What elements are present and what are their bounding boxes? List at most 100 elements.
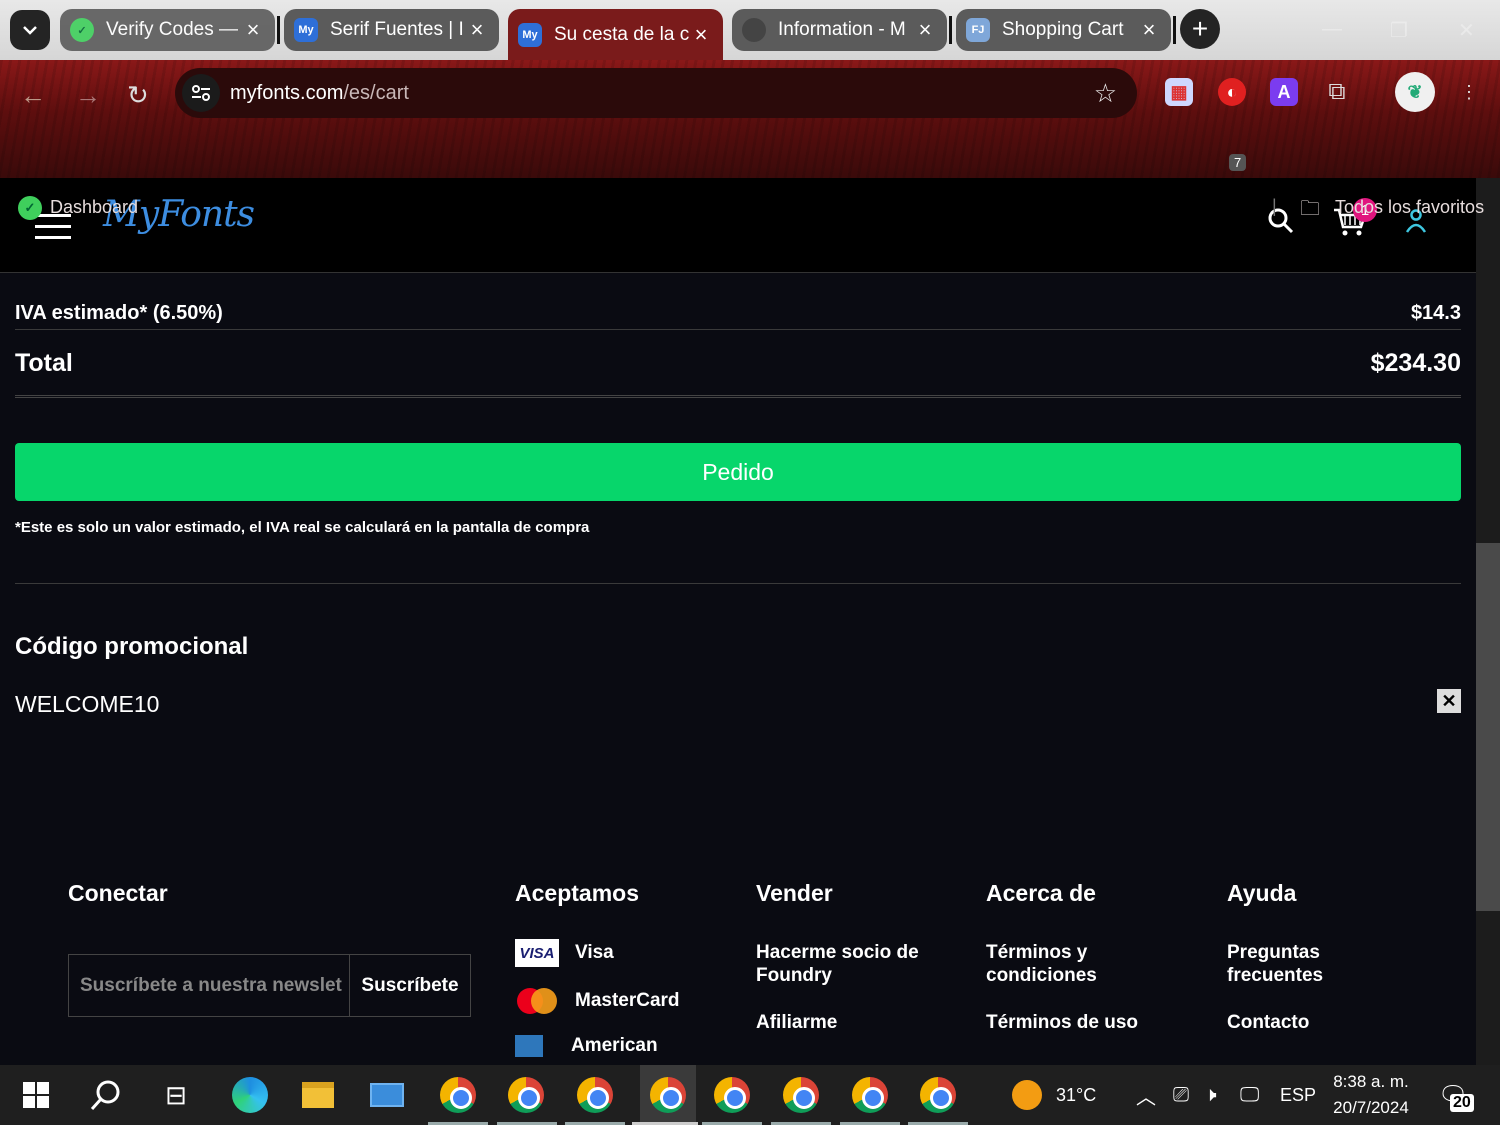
footer-accept: Aceptamos VISA Visa MasterCard American — [515, 880, 680, 1077]
edge-icon[interactable] — [228, 1073, 272, 1117]
footer-link-faq[interactable]: Preguntas frecuentes — [1227, 941, 1407, 987]
amex-icon — [515, 1035, 543, 1057]
folder-icon: 🗀 — [1300, 198, 1320, 220]
chrome-icon[interactable] — [710, 1073, 754, 1117]
bookmark-star-icon[interactable]: ☆ — [1094, 78, 1117, 109]
mail-icon[interactable] — [365, 1073, 409, 1117]
weather-widget[interactable]: 31°C — [1012, 1065, 1096, 1125]
reload-icon[interactable]: ↻ — [127, 80, 149, 111]
tab-divider — [1173, 16, 1176, 44]
chevron-down-icon — [23, 26, 37, 35]
temperature-text: 31°C — [1056, 1084, 1097, 1105]
total-label: Total — [15, 348, 73, 377]
page-scrollbar[interactable] — [1476, 178, 1500, 1065]
chrome-icon[interactable] — [916, 1073, 960, 1117]
chrome-icon[interactable] — [573, 1073, 617, 1117]
promo-code-title: Código promocional — [15, 633, 249, 660]
tab-strip: ✓ Verify Codes — × My Serif Fuentes | I … — [0, 0, 1500, 60]
newsletter-email-input[interactable] — [69, 955, 350, 1016]
tab-title: Su cesta de la c — [554, 23, 689, 45]
footer-about: Acerca de Términos y condiciones Término… — [986, 880, 1166, 1058]
search-icon[interactable] — [84, 1073, 128, 1117]
notification-count-badge: 20 — [1450, 1094, 1474, 1112]
chrome-icon[interactable] — [779, 1073, 823, 1117]
tab-search-button[interactable] — [10, 10, 50, 50]
tab-title: Verify Codes — — [106, 19, 238, 40]
page-content: MyFonts 1 IVA estimado* (6.50%) $14.3 To… — [0, 178, 1476, 1065]
close-tab-icon[interactable]: × — [913, 17, 937, 43]
footer-link-contact[interactable]: Contacto — [1227, 1011, 1407, 1034]
order-button[interactable]: Pedido — [15, 443, 1461, 501]
chrome-icon[interactable] — [504, 1073, 548, 1117]
tab-divider — [949, 16, 952, 44]
profile-avatar[interactable]: ❦ — [1395, 72, 1435, 112]
promo-code-value: WELCOME10 — [15, 691, 160, 717]
forward-arrow-icon[interactable]: → — [75, 80, 101, 111]
bookmarks-bar: ✓ Dashboard | 🗀 Todos los favoritos — [0, 188, 1500, 228]
maximize-icon[interactable]: ❐ — [1390, 18, 1408, 43]
divider — [15, 329, 1461, 330]
vat-row: IVA estimado* (6.50%) $14.3 — [15, 300, 1461, 326]
close-tab-icon[interactable]: × — [241, 17, 265, 43]
file-explorer-icon[interactable] — [296, 1073, 340, 1117]
footer-about-title: Acerca de — [986, 880, 1096, 906]
footer-link-terms-of-use[interactable]: Términos de uso — [986, 1011, 1166, 1034]
back-arrow-icon[interactable]: ← — [20, 80, 46, 111]
tab-shopping-cart[interactable]: FJ Shopping Cart × — [956, 9, 1171, 51]
tray-chevron-up-icon[interactable]: ︿ — [1136, 1065, 1156, 1125]
total-value: $234.30 — [1370, 348, 1461, 377]
chrome-icon-active[interactable] — [640, 1065, 696, 1125]
dashboard-icon: ✓ — [18, 196, 42, 220]
puzzle-extensions-icon[interactable]: ⧉ — [1323, 78, 1351, 106]
calendar-extension-icon[interactable]: ▦ — [1165, 78, 1193, 106]
taskbar: ⊟ 31°C ︿ ⎚ 🕨 🖵 ESP 8:38 a. m. 20/7/2024 … — [0, 1065, 1500, 1125]
close-tab-icon[interactable]: × — [465, 17, 489, 43]
payment-label: Visa — [575, 942, 614, 963]
chrome-icon[interactable] — [436, 1073, 480, 1117]
footer-link-affiliate[interactable]: Afiliarme — [756, 1011, 956, 1034]
newsletter-form: Suscríbete — [68, 954, 471, 1017]
new-tab-button[interactable]: + — [1180, 9, 1220, 49]
minimize-icon[interactable]: — — [1322, 18, 1342, 41]
remove-promo-icon[interactable]: ✕ — [1437, 689, 1461, 713]
bookmark-separator: | — [1272, 196, 1277, 216]
tab-divider — [277, 16, 280, 44]
close-tab-icon[interactable]: × — [1137, 17, 1161, 43]
task-view-icon[interactable]: ⊟ — [154, 1073, 198, 1117]
bookmark-dashboard[interactable]: Dashboard — [50, 197, 138, 218]
close-tab-icon[interactable]: × — [689, 22, 713, 48]
tab-su-cesta[interactable]: My Su cesta de la c × — [508, 9, 723, 60]
payment-label: American — [571, 1035, 658, 1056]
scrollbar-thumb[interactable] — [1476, 543, 1500, 911]
tab-information[interactable]: Information - M × — [732, 9, 947, 51]
subscribe-button[interactable]: Suscríbete — [350, 955, 470, 1016]
tab-title: Serif Fuentes | I — [330, 19, 464, 40]
volume-icon[interactable]: 🕨 — [1204, 1065, 1217, 1125]
footer-sell-title: Vender — [756, 880, 833, 906]
chrome-icon[interactable] — [848, 1073, 892, 1117]
language-indicator[interactable]: ESP — [1280, 1065, 1316, 1125]
notifications-button[interactable]: 🗨 20 — [1438, 1065, 1474, 1125]
url-host: myfonts.com — [230, 81, 344, 104]
footer-connect-title: Conectar — [68, 880, 168, 906]
meet-icon[interactable]: ⎚ — [1173, 1065, 1189, 1125]
tab-serif-fuentes[interactable]: My Serif Fuentes | I × — [284, 9, 499, 51]
network-icon[interactable]: 🖵 — [1240, 1065, 1259, 1125]
address-bar[interactable]: myfonts.com/es/cart ☆ — [175, 68, 1137, 118]
windows-start-icon[interactable] — [14, 1073, 58, 1117]
fj-icon: FJ — [966, 18, 990, 42]
close-window-icon[interactable]: ✕ — [1458, 18, 1475, 43]
footer-link-foundry[interactable]: Hacerme socio de Foundry — [756, 941, 956, 987]
site-settings-icon[interactable] — [182, 74, 220, 112]
footer-help-title: Ayuda — [1227, 880, 1297, 906]
kebab-menu-icon[interactable]: ⋮ — [1455, 78, 1483, 106]
bookmark-all-favorites[interactable]: Todos los favoritos — [1335, 197, 1484, 218]
tab-verify-codes[interactable]: ✓ Verify Codes — × — [60, 9, 275, 51]
visa-icon: VISA — [515, 939, 559, 967]
adblock-extension-icon[interactable]: ◐ — [1218, 78, 1246, 106]
extension-badge: 7 — [1229, 154, 1247, 171]
footer-link-terms[interactable]: Términos y condiciones — [986, 941, 1166, 987]
clock[interactable]: 8:38 a. m. 20/7/2024 — [1330, 1065, 1412, 1125]
clock-time: 8:38 a. m. — [1333, 1072, 1409, 1091]
font-extension-icon[interactable]: A — [1270, 78, 1298, 106]
